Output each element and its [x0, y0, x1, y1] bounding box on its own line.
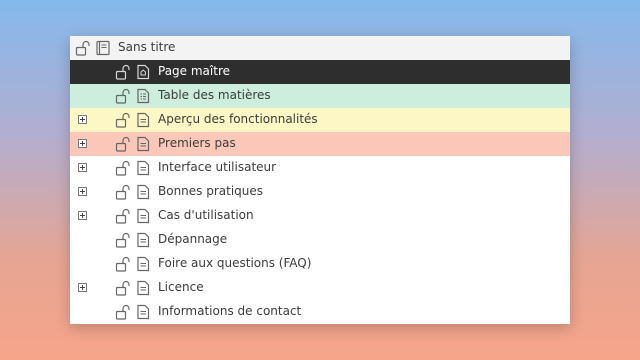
unlocked-padlock-icon[interactable]	[114, 87, 132, 105]
tree-items: Page maître Table des matières Aperçu des …	[70, 60, 570, 324]
book-icon	[94, 39, 112, 57]
page-icon	[134, 135, 152, 153]
tree-item-label: Interface utilisateur	[158, 160, 277, 174]
unlocked-padlock-icon[interactable]	[114, 279, 132, 297]
expand-toggle-icon[interactable]	[78, 115, 87, 124]
tree-item-row[interactable]: Interface utilisateur	[70, 156, 570, 180]
tree-item-row[interactable]: Foire aux questions (FAQ)	[70, 252, 570, 276]
unlocked-padlock-icon[interactable]	[114, 63, 132, 81]
unlocked-padlock-icon[interactable]	[114, 207, 132, 225]
page-icon	[134, 279, 152, 297]
tree-item-label: Aperçu des fonctionnalités	[158, 112, 318, 126]
tree-item-row[interactable]: Premiers pas	[70, 132, 570, 156]
unlocked-padlock-icon[interactable]	[114, 255, 132, 273]
tree-item-label: Licence	[158, 280, 204, 294]
page-icon	[134, 183, 152, 201]
expand-toggle-icon[interactable]	[78, 163, 87, 172]
toc-page-icon	[134, 87, 152, 105]
expand-toggle-icon[interactable]	[78, 139, 87, 148]
tree-item-row[interactable]: Licence	[70, 276, 570, 300]
expand-toggle-icon[interactable]	[78, 211, 87, 220]
page-icon	[134, 231, 152, 249]
tree-item-row[interactable]: Table des matières	[70, 84, 570, 108]
tree-item-label: Bonnes pratiques	[158, 184, 264, 198]
tree-item-label: Cas d'utilisation	[158, 208, 254, 222]
tree-item-row[interactable]: Bonnes pratiques	[70, 180, 570, 204]
expand-toggle-icon[interactable]	[78, 283, 87, 292]
page-icon	[134, 111, 152, 129]
tree-item-label: Foire aux questions (FAQ)	[158, 256, 312, 270]
master-page-icon	[134, 63, 152, 81]
page-icon	[134, 303, 152, 321]
unlocked-padlock-icon[interactable]	[114, 231, 132, 249]
tree-root-row[interactable]: Sans titre	[70, 36, 570, 60]
page-icon	[134, 255, 152, 273]
unlocked-padlock-icon[interactable]	[114, 303, 132, 321]
tree-item-row[interactable]: Aperçu des fonctionnalités	[70, 108, 570, 132]
tree-item-row[interactable]: Cas d'utilisation	[70, 204, 570, 228]
tree-item-label: Dépannage	[158, 232, 228, 246]
tree-item-row[interactable]: Dépannage	[70, 228, 570, 252]
tree-root-label: Sans titre	[118, 40, 176, 54]
unlocked-padlock-icon[interactable]	[74, 39, 92, 57]
tree-item-row[interactable]: Informations de contact	[70, 300, 570, 324]
unlocked-padlock-icon[interactable]	[114, 111, 132, 129]
tree-item-label: Table des matières	[158, 88, 271, 102]
tree-item-label: Premiers pas	[158, 136, 236, 150]
page-icon	[134, 207, 152, 225]
page-icon	[134, 159, 152, 177]
tree-item-label: Page maître	[158, 64, 230, 78]
expand-toggle-icon[interactable]	[78, 187, 87, 196]
unlocked-padlock-icon[interactable]	[114, 159, 132, 177]
unlocked-padlock-icon[interactable]	[114, 135, 132, 153]
project-tree-panel: Sans titre Page maître Table des matières…	[70, 36, 570, 324]
unlocked-padlock-icon[interactable]	[114, 183, 132, 201]
tree-item-row[interactable]: Page maître	[70, 60, 570, 84]
tree-item-label: Informations de contact	[158, 304, 302, 318]
